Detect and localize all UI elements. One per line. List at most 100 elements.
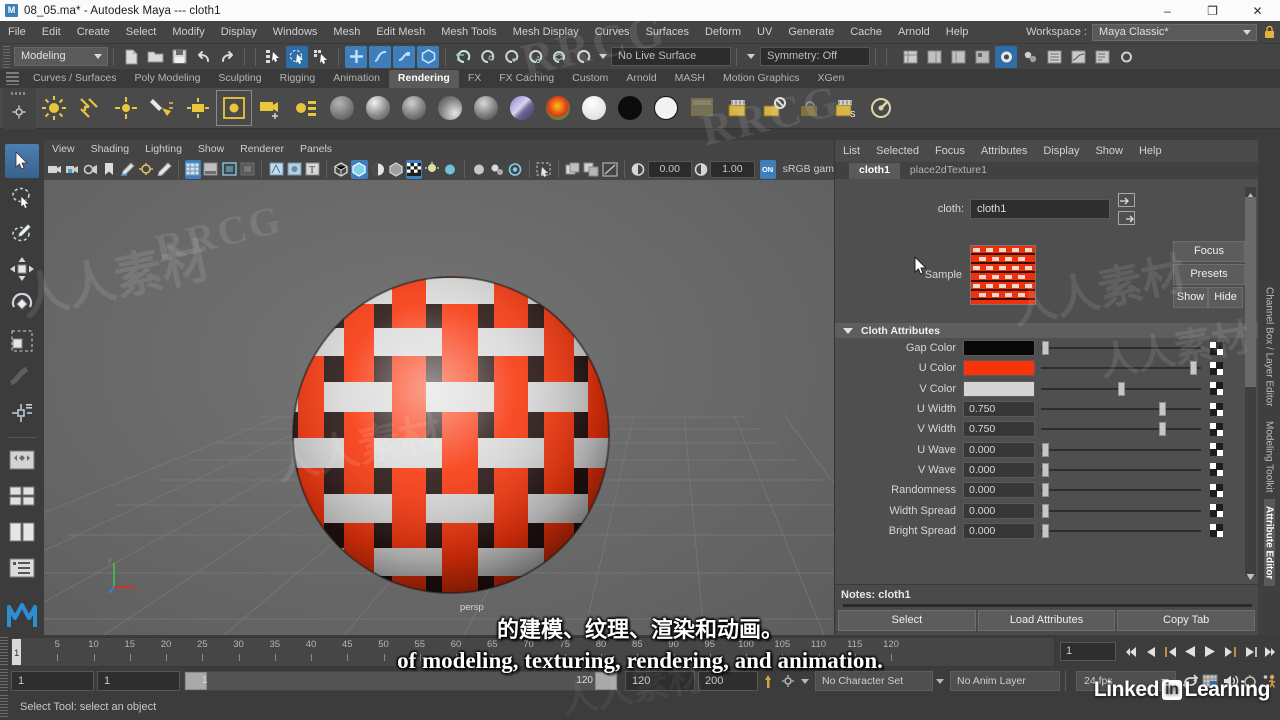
shelf-tab-curves-surfaces[interactable]: Curves / Surfaces <box>24 70 125 88</box>
gap-color-slider[interactable] <box>1041 340 1201 356</box>
redo-icon[interactable] <box>216 46 238 68</box>
ae-tab-place2dtexture1[interactable]: place2dTexture1 <box>900 163 997 179</box>
last-tool-used[interactable] <box>5 360 39 394</box>
v-color-slider[interactable] <box>1041 381 1201 397</box>
camera-attributes-icon[interactable] <box>83 160 99 179</box>
viewport-menu-lighting[interactable]: Lighting <box>137 140 190 158</box>
ae-menu-focus[interactable]: Focus <box>927 140 973 162</box>
select-by-object-icon[interactable] <box>286 45 308 68</box>
minimize-button[interactable]: – <box>1145 0 1190 21</box>
twopoint-manipulator-icon[interactable] <box>138 160 154 179</box>
snap-point-2-icon[interactable] <box>500 46 522 68</box>
motion-blur-icon[interactable] <box>471 160 487 179</box>
viewport-menu-view[interactable]: View <box>44 140 83 158</box>
directional-light-icon[interactable] <box>73 91 107 125</box>
menu-generate[interactable]: Generate <box>780 21 842 43</box>
phong-e-material-icon[interactable] <box>433 91 467 125</box>
menu-edit[interactable]: Edit <box>34 21 69 43</box>
xray-joints-icon[interactable] <box>286 160 302 179</box>
show-manipulator-tool[interactable] <box>5 396 39 430</box>
map-button-icon[interactable] <box>1210 402 1223 416</box>
text-overlay-icon[interactable]: T <box>304 160 320 179</box>
shelf-tab-custom[interactable]: Custom <box>563 70 617 88</box>
viewport-resize-icon[interactable] <box>601 160 617 179</box>
rtab-modeling-toolkit[interactable]: Modeling Toolkit <box>1264 414 1275 500</box>
input-connection-icon[interactable] <box>1118 193 1135 207</box>
hide-button[interactable]: Hide <box>1208 287 1243 308</box>
shelf-tab-sculpting[interactable]: Sculpting <box>209 70 270 88</box>
cancel-batch-render-icon[interactable] <box>757 91 791 125</box>
layered-shader-icon[interactable] <box>505 91 539 125</box>
gap-color-swatch[interactable] <box>963 340 1035 357</box>
shelf-tab-animation[interactable]: Animation <box>324 70 389 88</box>
shadows-icon[interactable] <box>424 160 440 179</box>
output-connection-icon[interactable] <box>1118 211 1135 225</box>
map-button-icon[interactable] <box>1210 382 1223 396</box>
menu-mesh-display[interactable]: Mesh Display <box>505 21 587 43</box>
menu-create[interactable]: Create <box>69 21 118 43</box>
v-width-slider[interactable] <box>1041 421 1201 437</box>
symmetry-field[interactable]: Symmetry: Off <box>760 47 870 66</box>
ae-menu-help[interactable]: Help <box>1131 140 1170 162</box>
grid-icon[interactable] <box>184 159 201 179</box>
depth-peel-icon[interactable] <box>507 160 523 179</box>
save-scene-icon[interactable] <box>168 46 190 68</box>
rotate-tool[interactable] <box>5 288 39 322</box>
lasso-select-tool[interactable] <box>5 180 39 214</box>
toolbar-grip[interactable] <box>3 45 10 68</box>
snap-view-plane-icon[interactable] <box>524 46 546 68</box>
shelf-tab-mash[interactable]: MASH <box>666 70 714 88</box>
presets-button[interactable]: Presets <box>1173 264 1245 285</box>
surface-shader-icon[interactable] <box>577 91 611 125</box>
shelf-options-icon[interactable] <box>11 92 27 96</box>
u-color-swatch[interactable] <box>963 360 1035 377</box>
randomness-field[interactable]: 0.000 <box>963 482 1035 499</box>
chevron-down-icon[interactable] <box>599 54 607 59</box>
hypershade-icon[interactable] <box>1019 46 1041 68</box>
map-button-icon[interactable] <box>1210 443 1223 457</box>
black-shader-icon[interactable] <box>613 91 647 125</box>
snap-curve-2-icon[interactable] <box>476 46 498 68</box>
viewport-menu-panels[interactable]: Panels <box>292 140 340 158</box>
maximize-button[interactable]: ❐ <box>1190 0 1235 21</box>
attribute-editor-scrollbar[interactable] <box>1245 187 1256 580</box>
chevron-down-icon[interactable] <box>747 54 755 59</box>
scroll-up-arrow-icon[interactable] <box>1246 187 1255 199</box>
paint-select-tool[interactable] <box>5 216 39 250</box>
shelf-settings-icon[interactable] <box>12 105 26 124</box>
script-editor-icon[interactable] <box>1091 46 1113 68</box>
range-end-field[interactable]: 120 <box>625 671 695 691</box>
chevron-down-icon[interactable] <box>801 678 809 684</box>
undo-icon[interactable] <box>192 46 214 68</box>
attribute-editor-toggle-icon[interactable] <box>923 46 945 68</box>
randomness-slider[interactable] <box>1041 482 1201 498</box>
bright-spread-field[interactable]: 0.000 <box>963 522 1035 539</box>
menu-windows[interactable]: Windows <box>265 21 326 43</box>
open-scene-icon[interactable] <box>144 46 166 68</box>
menu-set-dropdown[interactable]: Modeling <box>14 47 108 66</box>
u-wave-slider[interactable] <box>1041 442 1201 458</box>
textured-icon[interactable] <box>388 160 404 179</box>
modeling-toolkit-icon[interactable] <box>971 46 993 68</box>
ae-menu-attributes[interactable]: Attributes <box>973 140 1035 162</box>
viewport-menu-renderer[interactable]: Renderer <box>232 140 292 158</box>
shelf-grip[interactable] <box>6 72 19 85</box>
u-width-field[interactable]: 0.750 <box>963 401 1035 418</box>
menu-file[interactable]: File <box>0 21 34 43</box>
tear-off-view-icon[interactable] <box>583 160 599 179</box>
range-right-handle[interactable] <box>595 672 617 690</box>
rtab-channel-box-layer-editor[interactable]: Channel Box / Layer Editor <box>1264 280 1275 414</box>
v-wave-slider[interactable] <box>1041 462 1201 478</box>
range-start-field[interactable]: 1 <box>97 671 180 691</box>
ae-menu-display[interactable]: Display <box>1035 140 1087 162</box>
animation-start-field[interactable]: 1 <box>11 671 94 691</box>
chevron-down-icon[interactable] <box>936 678 944 684</box>
menu-help[interactable]: Help <box>938 21 977 43</box>
render-settings-icon[interactable] <box>865 91 899 125</box>
v-width-field[interactable]: 0.750 <box>963 421 1035 438</box>
cloth-textured-sphere[interactable] <box>286 270 616 600</box>
multisample-icon[interactable] <box>489 160 505 179</box>
four-pane-layout-button[interactable] <box>5 515 39 549</box>
gate-mask-icon[interactable] <box>239 160 255 179</box>
duplicate-view-icon[interactable] <box>565 160 581 179</box>
